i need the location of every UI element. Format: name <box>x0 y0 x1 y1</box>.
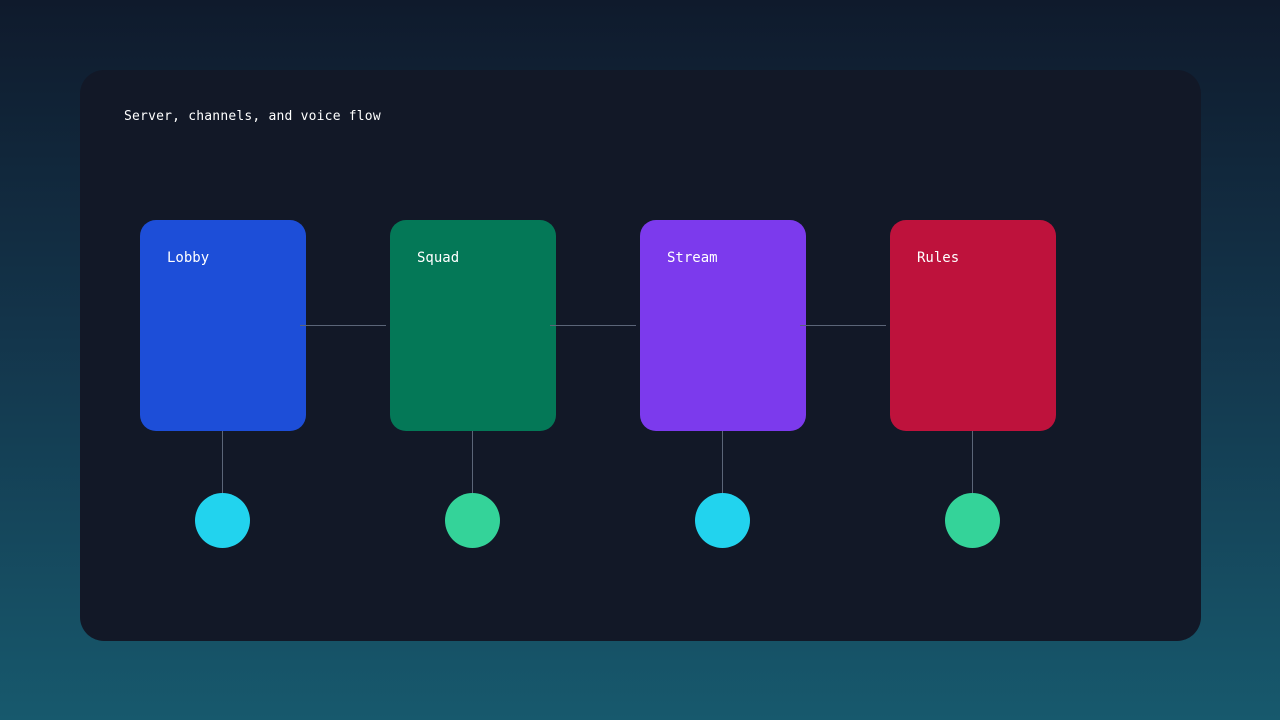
voice-node-rules <box>945 493 1000 548</box>
voice-connector-rules <box>972 431 973 493</box>
connector-squad-stream <box>550 325 636 326</box>
channel-label: Rules <box>917 250 960 266</box>
connector-stream-rules <box>800 325 886 326</box>
connector-lobby-squad <box>300 325 386 326</box>
channel-card-stream: Stream <box>640 220 806 431</box>
channel-card-rules: Rules <box>890 220 1056 431</box>
voice-connector-stream <box>722 431 723 493</box>
channel-card-lobby: Lobby <box>140 220 306 431</box>
voice-connector-squad <box>472 431 473 493</box>
diagram-title: Server, channels, and voice flow <box>124 109 381 124</box>
voice-node-squad <box>445 493 500 548</box>
channel-label: Stream <box>667 250 718 266</box>
channel-card-squad: Squad <box>390 220 556 431</box>
voice-connector-lobby <box>222 431 223 493</box>
voice-node-lobby <box>195 493 250 548</box>
channel-label: Squad <box>417 250 460 266</box>
voice-node-stream <box>695 493 750 548</box>
channel-label: Lobby <box>167 250 210 266</box>
